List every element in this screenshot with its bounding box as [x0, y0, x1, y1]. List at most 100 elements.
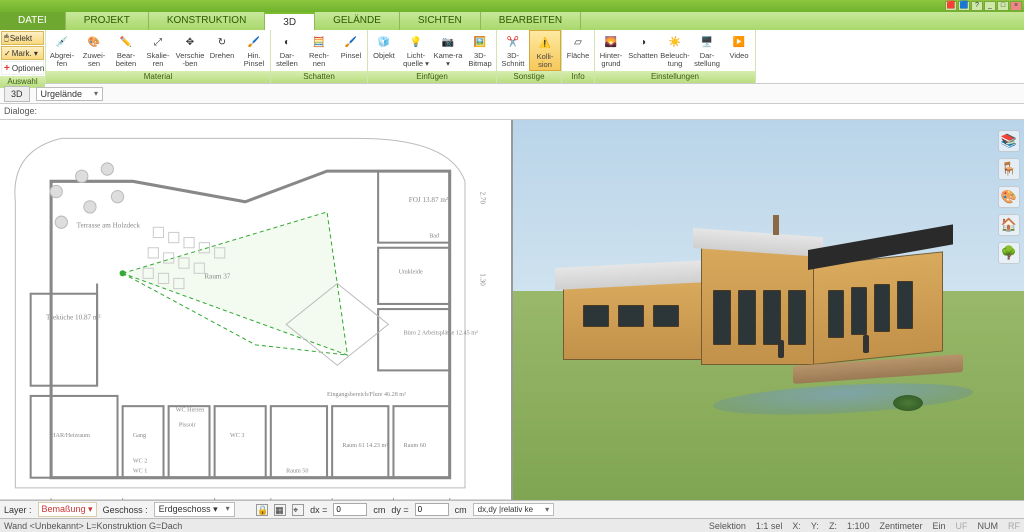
tool-3dbitmap[interactable]: 🖼️3D-Bitmap — [464, 30, 496, 71]
help-button[interactable]: ? — [971, 1, 983, 11]
light-icon: 💡 — [406, 32, 426, 52]
tool-kollision[interactable]: ⚠️Kolli-sion — [529, 30, 561, 71]
lang-de-button[interactable]: 🟥 — [945, 1, 957, 11]
grid-button[interactable]: ▦ — [274, 504, 286, 516]
collision-icon: ⚠️ — [535, 33, 555, 53]
svg-text:Raum 60: Raum 60 — [404, 443, 426, 449]
status-y: Y: — [811, 521, 819, 531]
selekt-button[interactable]: 🖱 Selekt — [1, 31, 44, 45]
tool-lichtquelle[interactable]: 💡Licht-quelle ▾ — [400, 30, 432, 71]
calc-icon: 🧮 — [309, 32, 329, 52]
menu-sichten[interactable]: SICHTEN — [400, 12, 481, 30]
group-sonstige: ✂️3D-Schnitt ⚠️Kolli-sion Sonstige — [497, 30, 562, 83]
tool-kamera[interactable]: 📷Kame-ra ▾ — [432, 30, 464, 71]
menu-file[interactable]: DATEI — [0, 12, 66, 30]
group-einfuegen-label: Einfügen — [368, 71, 496, 83]
workspace: Terrasse am Holzdeck Teeküche 10.87 m² R… — [0, 120, 1024, 500]
menu-projekt[interactable]: PROJEKT — [66, 12, 149, 30]
tool-rechnen[interactable]: 🧮Rech-nen — [303, 30, 335, 71]
svg-text:1.30: 1.30 — [478, 273, 486, 286]
lock-button[interactable]: 🔒 — [256, 504, 268, 516]
dy-input[interactable] — [415, 503, 449, 516]
group-einstellungen-label: Einstellungen — [595, 71, 755, 83]
menu-konstruktion[interactable]: KONSTRUKTION — [149, 12, 265, 30]
palette-icon[interactable]: 🎨 — [998, 186, 1020, 208]
house-icon[interactable]: 🏠 — [998, 214, 1020, 236]
status-z: Z: — [829, 521, 837, 531]
group-info-label: Info — [562, 71, 594, 83]
house-model — [563, 220, 974, 380]
status-scale: 1:100 — [847, 521, 870, 531]
dock-tab-3d[interactable]: 3D — [4, 86, 30, 102]
floorplan-view[interactable]: Terrasse am Holzdeck Teeküche 10.87 m² R… — [0, 120, 513, 500]
person-2 — [863, 335, 869, 353]
furniture-icon[interactable]: 🪑 — [998, 158, 1020, 180]
floorplan-svg: Terrasse am Holzdeck Teeküche 10.87 m² R… — [0, 120, 511, 500]
view-toolbar: 📚 🪑 🎨 🏠 🌳 — [998, 130, 1020, 264]
rel-select[interactable]: dx,dy |relativ ke — [473, 503, 554, 516]
geschoss-select[interactable]: Erdgeschoss ▾ — [154, 502, 235, 517]
menu-3d[interactable]: 3D — [265, 12, 315, 30]
maximize-button[interactable]: □ — [997, 1, 1009, 11]
status-unit: Zentimeter — [879, 521, 922, 531]
optionen-button[interactable]: Optionen — [1, 61, 44, 75]
layer-select[interactable]: Bemaßung ▾ — [38, 502, 97, 517]
background-icon: 🌄 — [601, 32, 621, 52]
eyedropper-icon: 💉 — [52, 32, 72, 52]
tree-icon[interactable]: 🌳 — [998, 242, 1020, 264]
close-button[interactable]: × — [1010, 1, 1022, 11]
status-num: NUM — [978, 521, 999, 531]
tool-abgreifen[interactable]: 💉Abgrei-fen — [46, 30, 78, 71]
snap-button[interactable]: ⌖ — [292, 504, 304, 516]
svg-text:Raum 37: Raum 37 — [204, 272, 230, 280]
svg-text:WC Herren: WC Herren — [176, 407, 204, 413]
svg-text:Raum 61 14.23 m²: Raum 61 14.23 m² — [342, 442, 388, 449]
assign-icon: 🎨 — [84, 32, 104, 52]
group-material: 💉Abgrei-fen 🎨Zuwei-sen ✏️Bear-beiten ⤢Sk… — [46, 30, 271, 83]
tool-zuweisen[interactable]: 🎨Zuwei-sen — [78, 30, 110, 71]
mark-button[interactable]: ✓ Mark. ▾ — [1, 46, 44, 60]
svg-text:WC 3: WC 3 — [230, 433, 244, 439]
tool-bearbeiten[interactable]: ✏️Bear-beiten — [110, 30, 142, 71]
minimize-button[interactable]: _ — [984, 1, 996, 11]
group-info: ▱Fläche Info — [562, 30, 595, 83]
tool-drehen[interactable]: ↻Drehen — [206, 30, 238, 71]
tool-darstellung[interactable]: 🖥️Dar-stellung — [691, 30, 723, 71]
tool-pinsel[interactable]: 🖌️Pinsel — [335, 30, 367, 71]
tool-3dschnitt[interactable]: ✂️3D-Schnitt — [497, 30, 529, 71]
bitmap-icon: 🖼️ — [470, 32, 490, 52]
tool-verschieben[interactable]: ✥Verschie-ben — [174, 30, 206, 71]
display-icon: ◐ — [277, 32, 297, 52]
dock-select-terrain[interactable]: Urgelände — [36, 87, 104, 101]
tool-skalieren[interactable]: ⤢Skalie-ren — [142, 30, 174, 71]
status-ein: Ein — [932, 521, 945, 531]
svg-text:Teeküche 10.87 m²: Teeküche 10.87 m² — [46, 313, 101, 321]
camera-icon: 📷 — [438, 32, 458, 52]
3d-view[interactable]: 📚 🪑 🎨 🏠 🌳 — [513, 120, 1024, 500]
lang-en-button[interactable]: 🟦 — [958, 1, 970, 11]
menu-bearbeiten[interactable]: BEARBEITEN — [481, 12, 581, 30]
menu-gelaende[interactable]: GELÄNDE — [315, 12, 400, 30]
tool-hintergrund[interactable]: 🌄Hinter-grund — [595, 30, 627, 71]
display2-icon: 🖥️ — [697, 32, 717, 52]
tool-beleuchtung[interactable]: ☀️Beleuch-tung — [659, 30, 691, 71]
svg-text:Umkleide: Umkleide — [399, 269, 423, 275]
tool-objekt[interactable]: 🧊Objekt — [368, 30, 400, 71]
status-bar: Wand <Unbekannt> L=Konstruktion G=Dach S… — [0, 518, 1024, 532]
group-schatten: ◐Dar-stellen 🧮Rech-nen 🖌️Pinsel Schatten — [271, 30, 368, 83]
layers-icon[interactable]: 📚 — [998, 130, 1020, 152]
group-einstellungen: 🌄Hinter-grund ◑Schatten ☀️Beleuch-tung 🖥… — [595, 30, 756, 83]
layer-label: Layer : — [4, 505, 32, 515]
bush — [893, 395, 923, 411]
tool-flaeche[interactable]: ▱Fläche — [562, 30, 594, 71]
tool-hinpinsel[interactable]: 🖌️Hin. Pinsel — [238, 30, 270, 71]
svg-text:Gang: Gang — [133, 433, 146, 439]
dx-input[interactable] — [333, 503, 367, 516]
svg-text:Raum 50: Raum 50 — [286, 469, 308, 475]
tool-video[interactable]: ▶️Video — [723, 30, 755, 71]
svg-text:WC 1: WC 1 — [133, 469, 147, 475]
tool-darstellen[interactable]: ◐Dar-stellen — [271, 30, 303, 71]
svg-text:2.70: 2.70 — [478, 192, 486, 205]
tool-schatten2[interactable]: ◑Schatten — [627, 30, 659, 71]
rotate-icon: ↻ — [212, 32, 232, 52]
